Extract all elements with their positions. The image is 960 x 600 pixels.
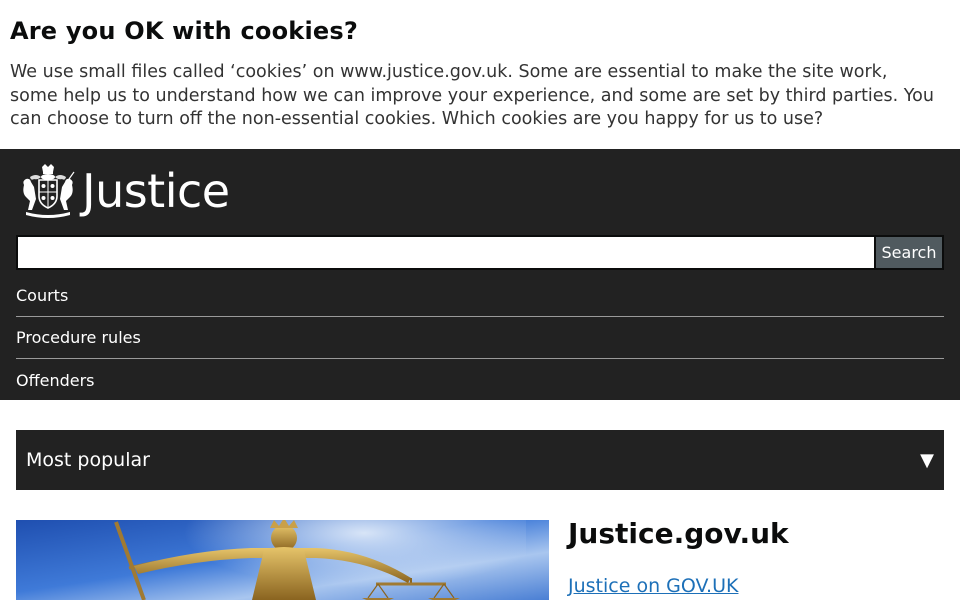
main-nav: Courts Procedure rules Offenders: [16, 275, 944, 401]
justice-on-govuk-link[interactable]: Justice on GOV.UK: [568, 575, 738, 597]
hero-title: Justice.gov.uk: [568, 517, 789, 550]
cookie-banner-title: Are you OK with cookies?: [10, 17, 358, 45]
search-input[interactable]: [16, 235, 876, 270]
triangle-down-icon: ▼: [920, 449, 934, 471]
site-header: Justice Search Courts Procedure rules Of…: [0, 149, 960, 400]
most-popular-toggle[interactable]: Most popular ▼: [16, 430, 944, 490]
lady-justice-image: [16, 520, 549, 600]
cookie-banner: Are you OK with cookies? We use small fi…: [0, 0, 960, 149]
most-popular-label: Most popular: [26, 449, 150, 471]
search-form: Search: [16, 235, 944, 270]
nav-item-courts[interactable]: Courts: [16, 275, 944, 317]
nav-item-offenders[interactable]: Offenders: [16, 359, 944, 401]
cookie-banner-text: We use small files called ‘cookies’ on w…: [10, 62, 934, 129]
royal-coat-of-arms-icon: [23, 164, 75, 218]
nav-item-procedure-rules[interactable]: Procedure rules: [16, 317, 944, 359]
lady-justice-illustration: [16, 520, 549, 600]
logo-text: Justice: [82, 164, 230, 218]
search-button[interactable]: Search: [876, 235, 944, 270]
justice-logo[interactable]: Justice: [18, 163, 230, 219]
